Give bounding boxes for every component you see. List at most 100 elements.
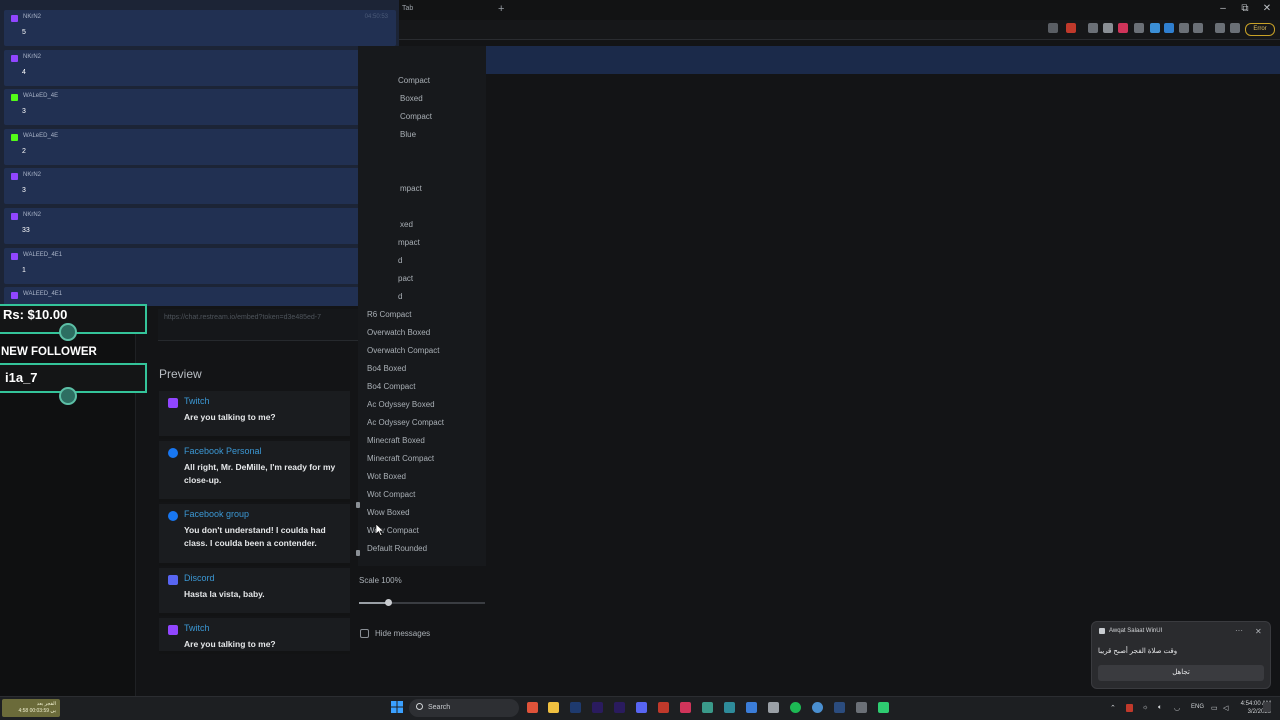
globe-icon <box>59 323 77 341</box>
dropdown-option[interactable]: d <box>398 292 402 301</box>
chat-username: NKrN2 <box>23 212 42 218</box>
dropdown-option[interactable]: pact <box>398 274 413 283</box>
brave-browser-icon[interactable] <box>527 702 538 713</box>
dropdown-option[interactable]: Overwatch Compact <box>367 346 439 355</box>
speaker-icon[interactable]: ◁ <box>1223 704 1228 712</box>
app-icon[interactable] <box>702 702 713 713</box>
hide-messages-checkbox[interactable] <box>360 629 369 638</box>
dropdown-option[interactable]: Bo4 Boxed <box>367 364 406 373</box>
link-icon[interactable] <box>856 702 867 713</box>
close-window-button[interactable]: ✕ <box>1260 3 1274 14</box>
twitch-icon <box>168 398 178 408</box>
share-icon[interactable] <box>1048 23 1058 33</box>
taskbar-search[interactable]: Search <box>409 699 519 717</box>
monitor-icon[interactable]: ▭ <box>1211 704 1218 712</box>
more-options-icon[interactable]: ··· <box>1235 626 1243 635</box>
settings-icon[interactable] <box>1230 23 1240 33</box>
headset-icon[interactable]: ◡ <box>1174 704 1180 712</box>
extension-icon[interactable] <box>1134 23 1144 33</box>
close-icon[interactable]: ✕ <box>1255 627 1262 636</box>
translate-icon[interactable] <box>1150 23 1160 33</box>
app-icon[interactable] <box>724 702 735 713</box>
preview-message: You don't understand! I coulda had class… <box>184 525 326 548</box>
app-icon[interactable] <box>746 702 757 713</box>
dropdown-option[interactable]: Ac Odyssey Compact <box>367 418 444 427</box>
scale-slider-thumb[interactable] <box>385 599 392 606</box>
dropdown-option[interactable]: mpact <box>400 184 422 193</box>
dropdown-option[interactable]: Wow Boxed <box>367 508 410 517</box>
browser-tab[interactable]: Tab <box>402 5 413 12</box>
theme-dropdown[interactable] <box>358 46 486 566</box>
dropdown-option[interactable]: Bo4 Compact <box>367 382 415 391</box>
kick-icon <box>11 94 18 102</box>
puzzle-icon[interactable] <box>1179 23 1189 33</box>
dropdown-option[interactable]: Overwatch Boxed <box>367 328 430 337</box>
windows-start-icon[interactable] <box>391 701 403 713</box>
dropdown-option[interactable]: Wot Boxed <box>367 472 406 481</box>
app-icon[interactable] <box>834 702 845 713</box>
app-icon[interactable] <box>812 702 823 713</box>
spotify-icon[interactable] <box>790 702 801 713</box>
scroll-indicator <box>356 550 360 556</box>
preview-card: Twitch Are you talking to me? <box>159 391 350 439</box>
brightness-icon[interactable]: ☼ <box>1142 704 1148 711</box>
notification-app-name: Awqat Salaat WinUI <box>1109 628 1163 634</box>
discord-icon[interactable] <box>636 702 647 713</box>
dropdown-option[interactable]: mpact <box>398 238 420 247</box>
photoshop-icon[interactable] <box>570 702 581 713</box>
file-explorer-icon[interactable] <box>548 702 559 713</box>
shield-icon[interactable] <box>1103 23 1113 33</box>
chat-text: 3 <box>22 187 26 195</box>
chevron-up-icon[interactable]: ⌃ <box>1110 704 1116 712</box>
chat-message: NKrN2 04:50:53 5 <box>4 10 396 46</box>
donation-amount: Rs: $10.00 <box>3 307 68 322</box>
twitch-icon <box>11 213 18 220</box>
embed-url-field[interactable]: https://chat.restream.io/embed?token=d3e… <box>158 309 363 341</box>
follower-name: i1a_7 <box>5 370 38 385</box>
extension-x-icon[interactable] <box>1118 23 1128 33</box>
brave-shield-icon[interactable] <box>1066 23 1076 33</box>
notification-icon[interactable] <box>1263 702 1271 712</box>
twitch-icon <box>11 54 18 62</box>
scale-label: Scale 100% <box>359 576 402 585</box>
page-header-band <box>400 46 1280 74</box>
dropdown-option[interactable]: Default Rounded <box>367 544 427 553</box>
dropdown-option[interactable]: Compact <box>398 76 430 85</box>
dropdown-option[interactable]: Boxed <box>400 94 423 103</box>
bitwarden-icon[interactable] <box>1164 23 1174 33</box>
premiere-icon[interactable] <box>592 702 603 713</box>
dropdown-option[interactable]: Ac Odyssey Boxed <box>367 400 435 409</box>
sidebar-icon[interactable] <box>1193 23 1203 33</box>
brave-tray-icon[interactable] <box>1126 704 1133 712</box>
game-icon[interactable] <box>658 702 669 713</box>
error-button[interactable]: Error <box>1245 23 1275 36</box>
extension-icon[interactable] <box>1088 23 1098 33</box>
chat-username: WALeED_4E <box>23 132 59 139</box>
language-indicator[interactable]: ENG <box>1191 704 1204 710</box>
restore-button[interactable]: ⧉ <box>1238 3 1252 14</box>
dropdown-option[interactable]: Wow Compact <box>367 526 419 535</box>
music-icon[interactable] <box>1215 23 1225 33</box>
chat-username: WALEED_4E1 <box>23 251 63 258</box>
preview-card: Facebook Personal All right, Mr. DeMille,… <box>159 441 350 502</box>
dropdown-option[interactable]: xed <box>400 220 413 229</box>
calculator-icon[interactable] <box>768 702 779 713</box>
dropdown-option[interactable]: Wot Compact <box>367 490 415 499</box>
twitch-icon <box>11 292 18 300</box>
app-icon[interactable] <box>680 702 691 713</box>
dropdown-option[interactable]: d <box>398 256 402 265</box>
dropdown-option[interactable]: Minecraft Compact <box>367 454 434 463</box>
after-effects-icon[interactable] <box>614 702 625 713</box>
dropdown-option[interactable]: Minecraft Boxed <box>367 436 425 445</box>
volume-icon[interactable]: 🔈︎ <box>1158 704 1162 712</box>
dropdown-option[interactable]: R6 Compact <box>367 310 411 319</box>
new-tab-button[interactable]: + <box>498 3 504 15</box>
app-icon[interactable] <box>878 702 889 713</box>
chat-username: NKrN2 <box>23 14 42 20</box>
chat-message: WALeED_4E04:50:472 <box>4 128 396 165</box>
dropdown-option[interactable]: Blue <box>400 130 416 139</box>
minimize-button[interactable]: – <box>1216 3 1230 14</box>
dropdown-option[interactable]: Compact <box>400 112 432 121</box>
weather-widget[interactable]: الفجر بعد 4:58 بي 00:03:59 <box>2 699 60 717</box>
dismiss-button[interactable]: تجاهل <box>1098 665 1264 681</box>
